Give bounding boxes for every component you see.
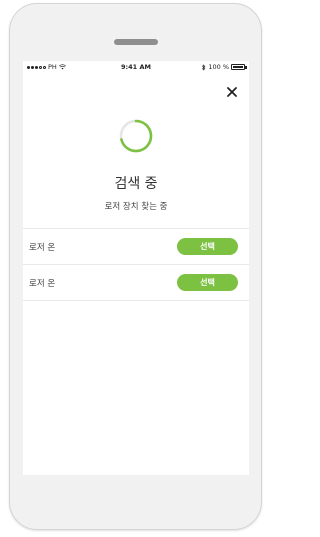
device-name: 로저 온 xyxy=(29,243,56,253)
battery-icon xyxy=(231,64,247,70)
page-title: 검색 중 xyxy=(114,176,158,192)
loading-spinner-icon xyxy=(119,119,153,153)
list-item: 로저 온 선택 xyxy=(23,264,249,301)
list-item: 로저 온 선택 xyxy=(23,228,249,264)
page-subtitle: 로저 장치 찾는 중 xyxy=(104,202,168,212)
device-name: 로저 온 xyxy=(29,279,56,289)
phone-frame: PH 9:41 AM 100 % 검색 중 로저 장치 찾는 중 로저 온 선택… xyxy=(9,3,262,530)
select-button[interactable]: 선택 xyxy=(177,274,238,291)
phone-speaker xyxy=(114,39,158,45)
device-list: 로저 온 선택 로저 온 선택 xyxy=(23,228,249,301)
bluetooth-icon xyxy=(202,63,206,71)
close-icon[interactable] xyxy=(225,85,239,99)
battery-percent: 100 % xyxy=(208,63,229,71)
status-right: 100 % xyxy=(201,63,247,71)
status-bar: PH 9:41 AM 100 % xyxy=(23,61,249,73)
select-button[interactable]: 선택 xyxy=(177,238,238,255)
app-screen: PH 9:41 AM 100 % 검색 중 로저 장치 찾는 중 로저 온 선택… xyxy=(23,61,249,475)
